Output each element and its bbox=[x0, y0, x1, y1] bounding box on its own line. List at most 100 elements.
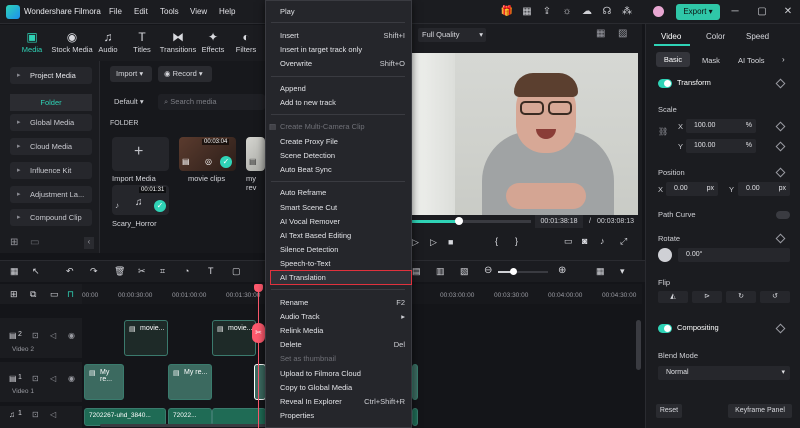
context-menu-item-properties[interactable]: Properties bbox=[280, 411, 405, 420]
timeline-clip[interactable] bbox=[412, 364, 418, 400]
context-menu-item-auto-reframe[interactable]: Auto Reframe bbox=[280, 188, 405, 197]
layout-icon[interactable]: ▦ bbox=[10, 266, 19, 277]
context-menu-item-reveal-in-explorer[interactable]: Reveal In Explorer Ctrl+Shift+R bbox=[280, 397, 405, 406]
playhead[interactable] bbox=[258, 284, 259, 428]
context-menu-item-delete[interactable]: Delete Del bbox=[280, 340, 405, 349]
menu-tools[interactable]: Tools bbox=[160, 7, 179, 16]
sidebar-item-cloud-media[interactable]: Cloud Media bbox=[10, 138, 92, 155]
context-menu-item-ai-text-based-editing[interactable]: AI Text Based Editing bbox=[280, 231, 405, 240]
media-thumbnail-my-rev[interactable]: ▤ bbox=[246, 137, 265, 171]
transform-icon[interactable]: ▢ bbox=[232, 266, 241, 277]
eye-icon[interactable]: ◉ bbox=[68, 374, 75, 383]
compositing-toggle[interactable] bbox=[658, 324, 672, 333]
lock-icon[interactable]: ⊡ bbox=[32, 331, 39, 340]
transform-toggle[interactable] bbox=[658, 79, 672, 88]
undo-icon[interactable]: ↶ bbox=[66, 266, 74, 277]
light-icon[interactable]: ☼ bbox=[560, 5, 574, 19]
playback-track[interactable] bbox=[459, 220, 531, 223]
context-menu-item-scene-detection[interactable]: Scene Detection bbox=[280, 151, 405, 160]
collapse-icon[interactable]: ‹ bbox=[84, 237, 94, 249]
play-icon[interactable]: ▷ bbox=[430, 237, 437, 248]
zoom-in-icon[interactable]: ⊕ bbox=[558, 265, 566, 276]
fullscreen-icon[interactable]: ⤢ bbox=[620, 236, 627, 247]
playback-progress[interactable] bbox=[410, 220, 459, 223]
video-preview[interactable] bbox=[410, 53, 638, 215]
context-menu-item-silence-detection[interactable]: Silence Detection bbox=[280, 245, 405, 254]
path-curve-toggle[interactable] bbox=[776, 211, 790, 219]
keyframe-diamond-icon[interactable] bbox=[775, 323, 786, 334]
import-button[interactable]: Import ▾ bbox=[110, 66, 152, 82]
speaker-icon[interactable]: ◁ bbox=[50, 374, 56, 383]
sort-dropdown[interactable]: Default ▾ bbox=[114, 97, 144, 106]
timeline-horizontal-scrollbar[interactable] bbox=[100, 424, 280, 427]
quality-dropdown[interactable]: Full Quality ▾ bbox=[418, 28, 486, 42]
upload-icon[interactable]: ⇪ bbox=[540, 5, 554, 19]
cloud-icon[interactable]: ☁ bbox=[580, 5, 594, 19]
link-track-icon[interactable]: ⧉ bbox=[30, 289, 36, 300]
eye-icon[interactable]: ◉ bbox=[68, 331, 75, 340]
context-menu-item-insert[interactable]: Insert Shift+I bbox=[280, 31, 405, 40]
split-marker-icon[interactable]: ✂ bbox=[252, 323, 265, 343]
speed-icon[interactable]: ◔ bbox=[184, 266, 189, 276]
maximize-icon[interactable]: ▢ bbox=[755, 5, 769, 19]
new-folder-icon[interactable]: ⊞ bbox=[10, 237, 18, 248]
zoom-out-icon[interactable]: ⊖ bbox=[484, 265, 492, 276]
menu-file[interactable]: File bbox=[109, 7, 122, 16]
subtab-mask[interactable]: Mask bbox=[702, 56, 720, 65]
keyframe-diamond-icon[interactable] bbox=[775, 141, 786, 152]
search-input[interactable]: ⌕ Search media bbox=[158, 94, 265, 110]
playback-handle[interactable] bbox=[455, 217, 463, 225]
keyframe-panel-button[interactable]: Keyframe Panel bbox=[728, 404, 792, 418]
media-thumbnail-scary-horror[interactable]: 00:01:31 ♪ ♫ ✓ bbox=[112, 185, 169, 215]
folder-icon[interactable]: ▭ bbox=[30, 237, 39, 248]
rotate-right-icon[interactable]: ↻ bbox=[726, 291, 756, 303]
grid-view-icon[interactable]: ▦ bbox=[596, 28, 605, 39]
context-menu-item-append[interactable]: Append bbox=[280, 84, 405, 93]
playhead-handle[interactable] bbox=[254, 284, 263, 292]
redo-icon[interactable]: ↷ bbox=[90, 266, 98, 277]
keyframe-diamond-icon[interactable] bbox=[775, 78, 786, 89]
context-menu-item-ai-vocal-remover[interactable]: AI Vocal Remover bbox=[280, 217, 405, 226]
gift-icon[interactable]: 🎁 bbox=[500, 5, 514, 19]
rotate-left-icon[interactable]: ↺ bbox=[760, 291, 790, 303]
menu-view[interactable]: View bbox=[190, 7, 207, 16]
tab-effects[interactable]: ✦ Effects bbox=[194, 27, 232, 61]
mark-in-icon[interactable]: { bbox=[495, 236, 498, 246]
context-menu-item-ai-translation[interactable]: AI Translation bbox=[280, 273, 405, 282]
magnet-icon[interactable]: ⊓ bbox=[67, 289, 74, 300]
context-menu-item-audio-track[interactable]: Audio Track ▸ bbox=[280, 312, 405, 321]
chevron-right-icon[interactable]: › bbox=[782, 55, 785, 64]
scale-y-input[interactable]: 100.00% bbox=[686, 139, 756, 153]
timeline-clip[interactable]: ▤ My re... bbox=[168, 364, 212, 400]
position-y-input[interactable]: 0.00 px bbox=[738, 182, 790, 196]
speaker-icon[interactable]: ◁ bbox=[50, 331, 56, 340]
reset-button[interactable]: Reset bbox=[656, 404, 682, 418]
lock-icon[interactable]: ⊡ bbox=[32, 410, 39, 419]
delete-icon[interactable]: 🗑 bbox=[114, 266, 125, 277]
close-icon[interactable]: ✕ bbox=[781, 5, 795, 19]
tab-filters[interactable]: ◐ Filters bbox=[228, 27, 264, 61]
subtitle-icon[interactable]: ▧ bbox=[460, 266, 469, 277]
camera-icon[interactable]: ◙ bbox=[582, 236, 587, 246]
rotate-input[interactable]: 0.00° bbox=[678, 248, 790, 262]
zoom-handle[interactable] bbox=[510, 268, 517, 275]
flip-vertical-icon[interactable]: ⊳ bbox=[692, 291, 722, 303]
context-menu-item-smart-scene-cut[interactable]: Smart Scene Cut bbox=[280, 203, 405, 212]
keyframe-diamond-icon[interactable] bbox=[775, 167, 786, 178]
context-menu-item-create-proxy-file[interactable]: Create Proxy File bbox=[280, 137, 405, 146]
headset-icon[interactable]: ☊ bbox=[600, 5, 614, 19]
mark-out-icon[interactable]: } bbox=[515, 236, 518, 246]
export-button[interactable]: Export ▾ bbox=[676, 4, 720, 20]
media-thumbnail-movie-clips[interactable]: 00:03:04 ▤ ◎ ✓ bbox=[179, 137, 236, 171]
current-time[interactable]: 00:01:38:18 bbox=[535, 215, 583, 228]
grid-icon[interactable]: ▦ bbox=[520, 5, 534, 19]
context-menu-item-relink-media[interactable]: Relink Media bbox=[280, 326, 405, 335]
speaker-icon[interactable]: ◁ bbox=[50, 410, 56, 419]
tab-color[interactable]: Color bbox=[706, 32, 725, 41]
mic-icon[interactable]: ▥ bbox=[436, 266, 445, 277]
minimize-icon[interactable]: ─ bbox=[728, 5, 742, 19]
prev-frame-icon[interactable]: ▷ bbox=[412, 237, 419, 248]
apps-icon[interactable]: ⁂ bbox=[620, 5, 634, 19]
select-icon[interactable]: ↖ bbox=[32, 266, 40, 277]
split-icon[interactable]: ✂ bbox=[138, 266, 146, 277]
